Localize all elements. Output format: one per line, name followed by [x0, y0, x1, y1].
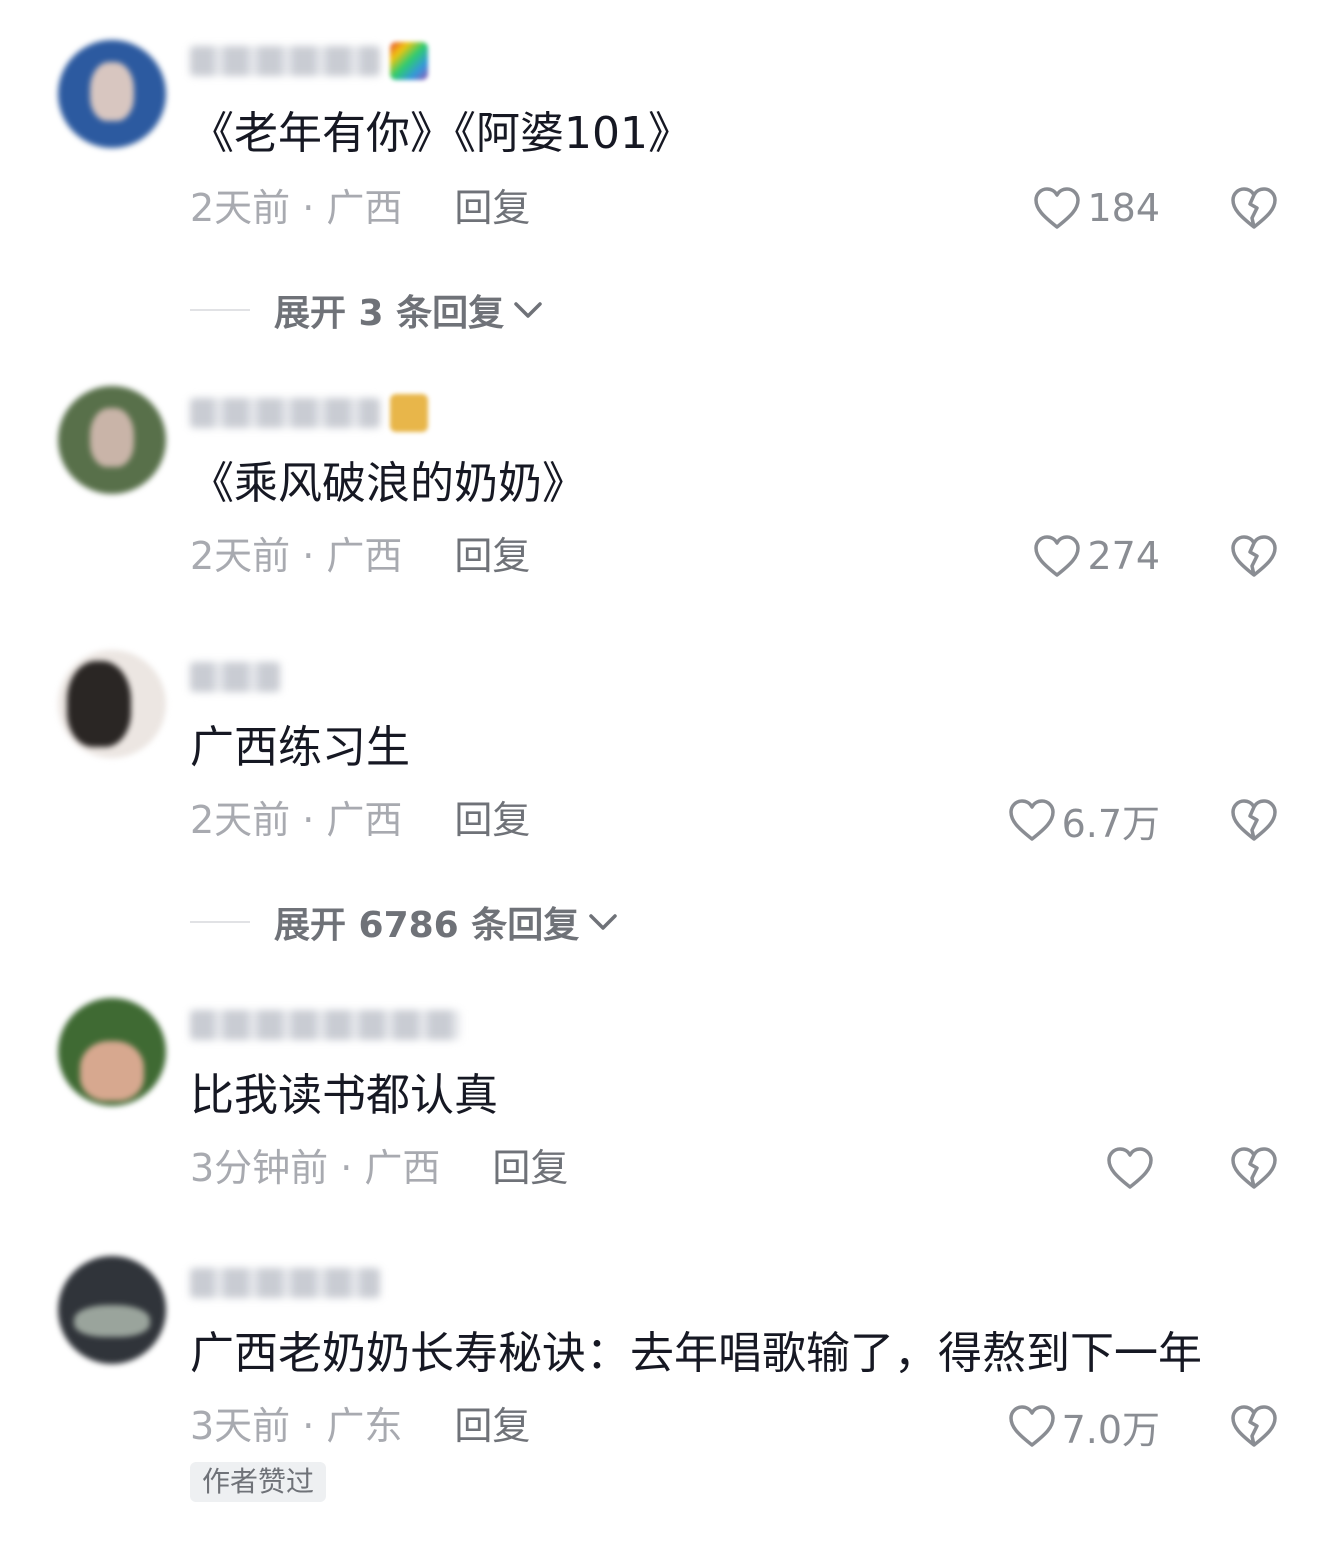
- heart-outline-icon: [1106, 1146, 1154, 1190]
- comment-meta: 3分钟前 · 广西 回复: [190, 1144, 568, 1192]
- expand-replies-button[interactable]: 展开 3 条回复: [190, 286, 544, 334]
- username-blurred[interactable]: [190, 1008, 460, 1042]
- username-blurred[interactable]: [190, 1266, 380, 1300]
- author-liked-tag: 作者赞过: [190, 1462, 327, 1502]
- comment-item: 广西老奶奶长寿秘诀：去年唱歌输了，得熬到下一年 3天前 · 广东 回复 7.0万…: [0, 0, 1340, 1502]
- username-blurred[interactable]: [190, 394, 428, 432]
- like-count: 184: [1087, 186, 1160, 230]
- dislike-button[interactable]: [1230, 532, 1280, 580]
- expand-replies-label: 展开 3 条回复: [274, 293, 505, 334]
- comment-text: 《乘风破浪的奶奶》: [190, 458, 586, 509]
- divider-line: [190, 921, 250, 923]
- avatar[interactable]: [58, 1256, 166, 1364]
- like-button[interactable]: 6.7万: [1008, 796, 1160, 846]
- chevron-down-icon: [579, 902, 619, 943]
- reply-button[interactable]: 回复: [454, 532, 530, 580]
- rainbow-badge-icon: [390, 42, 428, 80]
- gold-badge-icon: [390, 394, 428, 432]
- comment-time-location: 2天前 · 广西: [190, 534, 403, 578]
- reply-button[interactable]: 回复: [492, 1144, 568, 1192]
- comment-meta: 2天前 · 广西 回复: [190, 184, 530, 232]
- divider-line: [190, 309, 250, 311]
- dislike-button[interactable]: [1230, 184, 1280, 232]
- avatar[interactable]: [58, 998, 166, 1106]
- comment-time-location: 3天前 · 广东: [190, 1404, 403, 1448]
- dislike-button[interactable]: [1230, 1402, 1280, 1450]
- username-blurred[interactable]: [190, 660, 280, 694]
- username-blurred[interactable]: [190, 42, 428, 80]
- comment-text: 比我读书都认真: [190, 1070, 498, 1121]
- expand-replies-label: 展开 6786 条回复: [274, 905, 580, 946]
- reply-button[interactable]: 回复: [454, 796, 530, 844]
- avatar[interactable]: [58, 650, 166, 758]
- broken-heart-icon: [1230, 798, 1278, 842]
- expand-replies-button[interactable]: 展开 6786 条回复: [190, 898, 619, 946]
- comment-text: 《老年有你》《阿婆101》: [190, 108, 692, 159]
- reply-button[interactable]: 回复: [454, 184, 530, 232]
- dislike-button[interactable]: [1230, 796, 1280, 844]
- heart-outline-icon: [1008, 798, 1056, 842]
- like-button[interactable]: [1106, 1144, 1160, 1192]
- like-button[interactable]: 274: [1033, 532, 1160, 580]
- dislike-button[interactable]: [1230, 1144, 1280, 1192]
- comment-meta: 2天前 · 广西 回复: [190, 796, 530, 844]
- broken-heart-icon: [1230, 1404, 1278, 1448]
- heart-outline-icon: [1033, 534, 1081, 578]
- reply-button[interactable]: 回复: [454, 1402, 530, 1450]
- broken-heart-icon: [1230, 186, 1278, 230]
- like-button[interactable]: 184: [1033, 184, 1160, 232]
- heart-outline-icon: [1033, 186, 1081, 230]
- broken-heart-icon: [1230, 1146, 1278, 1190]
- broken-heart-icon: [1230, 534, 1278, 578]
- comment-time-location: 2天前 · 广西: [190, 186, 403, 230]
- comment-text: 广西练习生: [190, 722, 410, 773]
- avatar[interactable]: [58, 40, 166, 148]
- like-count: 274: [1087, 534, 1160, 578]
- comment-text: 广西老奶奶长寿秘诀：去年唱歌输了，得熬到下一年: [190, 1328, 1202, 1379]
- like-count: 7.0万: [1061, 1407, 1160, 1452]
- avatar[interactable]: [58, 386, 166, 494]
- like-count: 6.7万: [1061, 801, 1160, 846]
- comment-time-location: 2天前 · 广西: [190, 798, 403, 842]
- comment-meta: 3天前 · 广东 回复: [190, 1402, 530, 1450]
- heart-outline-icon: [1008, 1404, 1056, 1448]
- comment-time-location: 3分钟前 · 广西: [190, 1146, 441, 1190]
- comment-meta: 2天前 · 广西 回复: [190, 532, 530, 580]
- chevron-down-icon: [504, 290, 544, 331]
- like-button[interactable]: 7.0万: [1008, 1402, 1160, 1452]
